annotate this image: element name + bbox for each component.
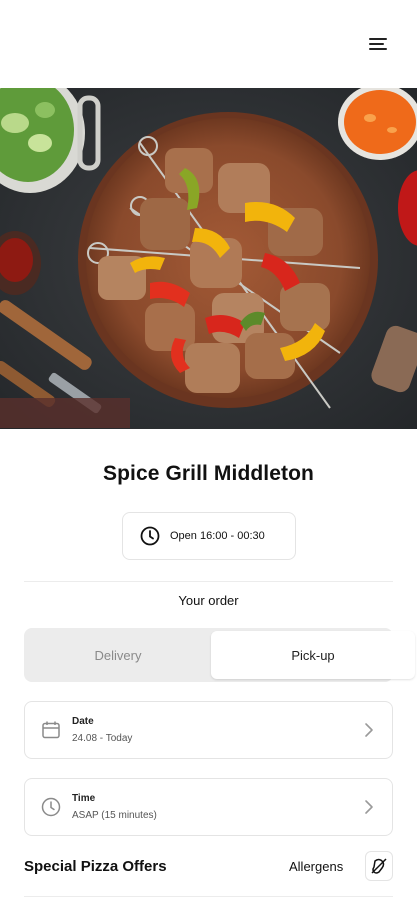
divider [24, 896, 393, 897]
order-mode-toggle: Delivery Pick-up [24, 628, 415, 682]
opening-hours-badge: Open 16:00 - 00:30 [122, 512, 296, 560]
restaurant-name: Spice Grill Middleton [103, 462, 314, 485]
chevron-right-icon [365, 800, 373, 814]
time-value: ASAP (15 minutes) [72, 810, 157, 821]
hero-image [0, 88, 417, 429]
date-value: 24.08 - Today [72, 733, 133, 744]
allergens-link[interactable]: Allergens [289, 859, 343, 874]
opening-hours-text: Open 16:00 - 00:30 [170, 530, 265, 542]
calendar-icon [42, 721, 60, 739]
section-title: Special Pizza Offers [24, 858, 167, 875]
your-order-heading: Your order [178, 593, 239, 608]
clock-icon [41, 797, 61, 817]
clock-icon [140, 526, 160, 546]
date-selector[interactable]: Date 24.08 - Today [24, 701, 393, 759]
hamburger-menu-icon[interactable] [369, 36, 387, 52]
time-label: Time [72, 793, 96, 804]
allergens-icon[interactable] [365, 851, 393, 881]
top-bar [0, 0, 417, 88]
delivery-option[interactable]: Delivery [27, 631, 209, 679]
time-selector[interactable]: Time ASAP (15 minutes) [24, 778, 393, 836]
divider [24, 581, 393, 582]
pickup-option[interactable]: Pick-up [211, 631, 415, 679]
date-label: Date [72, 716, 94, 727]
chevron-right-icon [365, 723, 373, 737]
